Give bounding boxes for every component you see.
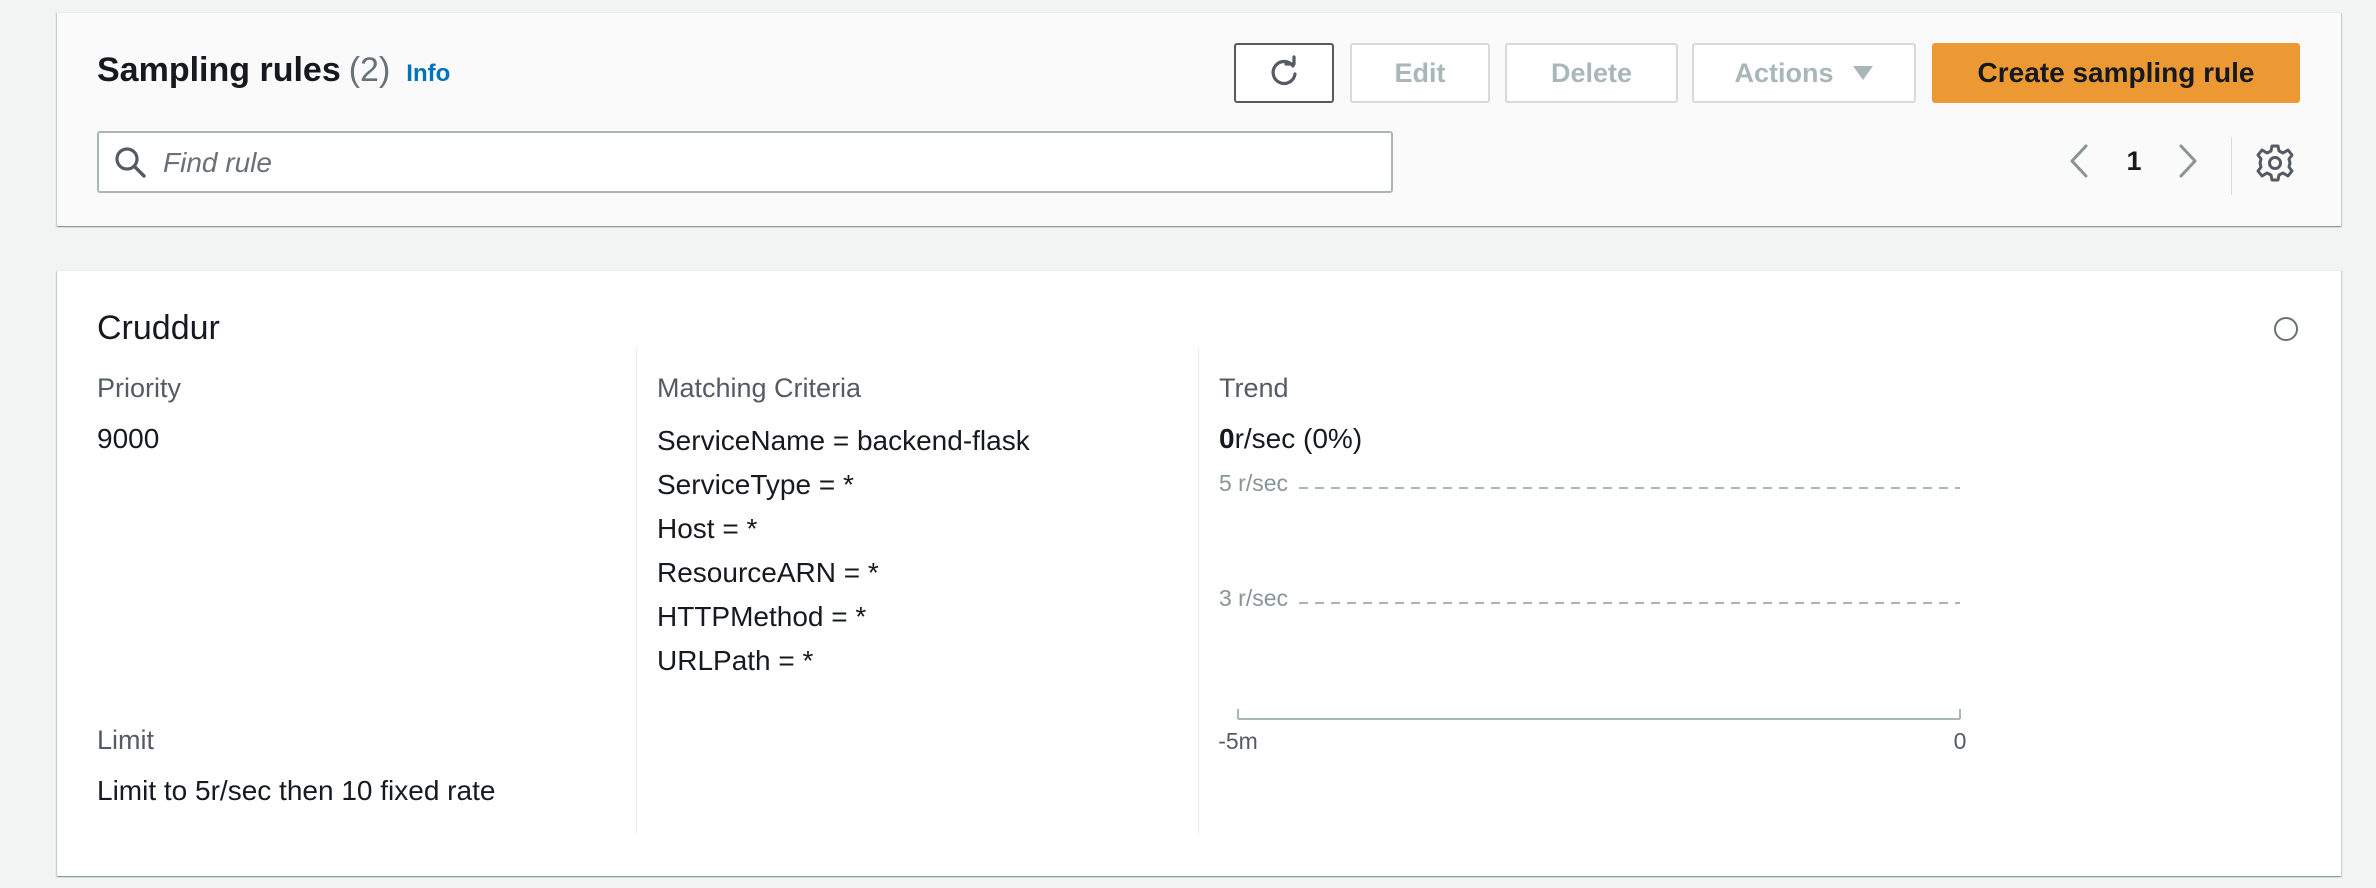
criteria-item: URLPath = * <box>657 645 814 676</box>
previous-page-button[interactable] <box>2062 138 2096 184</box>
matching-criteria-label: Matching Criteria <box>657 373 862 403</box>
criteria-item: Host = * <box>657 513 758 544</box>
trend-rate-number: 0 <box>1219 423 1235 454</box>
trend-chart: 5 r/sec 3 r/sec -5m 0 <box>1218 470 1967 754</box>
y-gridline-label: 3 r/sec <box>1219 585 1288 611</box>
criteria-item: HTTPMethod = * <box>657 601 867 632</box>
info-link[interactable]: Info <box>406 60 450 88</box>
y-gridline-label: 5 r/sec <box>1219 470 1288 496</box>
trend-rate-suffix: r/sec (0%) <box>1234 423 1363 454</box>
page-title: Sampling rules (2) Info <box>97 51 450 90</box>
rule-count: (2) <box>348 51 391 89</box>
create-sampling-rule-button[interactable]: Create sampling rule <box>1932 43 2300 103</box>
column-divider <box>1198 347 1199 833</box>
search-field[interactable] <box>97 131 1393 193</box>
page-title-text: Sampling rules <box>97 51 341 89</box>
actions-dropdown-button[interactable]: Actions <box>1692 43 1916 103</box>
sampling-rule-card: Cruddur Priority 9000 Limit Limit to 5r/… <box>57 270 2341 876</box>
refresh-icon <box>1271 55 1297 86</box>
x-tick-label: -5m <box>1218 728 1258 754</box>
search-icon <box>115 147 146 178</box>
rule-name: Cruddur <box>97 309 220 347</box>
gear-icon[interactable] <box>2255 143 2295 183</box>
priority-value: 9000 <box>97 423 160 454</box>
rule-select-radio[interactable] <box>2274 317 2298 341</box>
limit-value: Limit to 5r/sec then 10 fixed rate <box>97 775 496 806</box>
search-input[interactable] <box>161 141 1365 185</box>
chevron-left-icon <box>2070 144 2088 178</box>
priority-label: Priority <box>97 373 182 403</box>
x-tick-label: 0 <box>1954 728 1967 754</box>
criteria-item: ServiceName = backend-flask <box>657 425 1030 456</box>
next-page-button[interactable] <box>2171 138 2205 184</box>
delete-button[interactable]: Delete <box>1505 43 1678 103</box>
chevron-right-icon <box>2179 144 2197 178</box>
edit-button[interactable]: Edit <box>1350 43 1490 103</box>
trend-rate: 0r/sec (0%) <box>1219 423 1362 455</box>
matching-criteria-list: ServiceName = backend-flask ServiceType … <box>657 419 1030 683</box>
actions-label: Actions <box>1734 57 1834 88</box>
caret-down-icon <box>1852 66 1873 80</box>
criteria-item: ResourceARN = * <box>657 557 879 588</box>
trend-label: Trend <box>1219 373 1289 403</box>
criteria-item: ServiceType = * <box>657 469 854 500</box>
sampling-rules-header-panel: Sampling rules (2) Info Edit Delete Acti… <box>57 12 2341 226</box>
pagination-divider <box>2231 137 2232 195</box>
current-page-number[interactable]: 1 <box>2119 138 2149 184</box>
column-divider <box>636 347 637 833</box>
refresh-button[interactable] <box>1234 43 1334 103</box>
limit-label: Limit <box>97 725 155 755</box>
